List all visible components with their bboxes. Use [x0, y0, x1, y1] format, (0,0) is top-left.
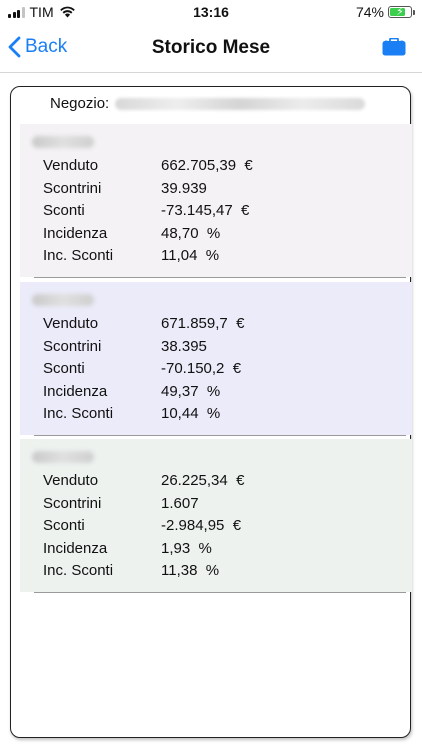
stat-label: Sconti — [43, 360, 85, 377]
stat-label: Inc. Sconti — [43, 247, 114, 264]
stat-label: Inc. Sconti — [43, 405, 114, 422]
stat-row-inc-sconti: Inc. Sconti 11,38 % — [43, 562, 403, 582]
month-label-redacted — [32, 136, 94, 148]
stat-value: 1,93 % — [161, 540, 212, 557]
store-label: Negozio: — [50, 95, 110, 112]
navigation-bar: Back Storico Mese — [0, 26, 422, 70]
stat-value: 38.395 — [161, 338, 207, 355]
stat-label: Sconti — [43, 517, 85, 534]
stat-label: Venduto — [43, 472, 99, 489]
stat-row-incidenza: Incidenza 1,93 % — [43, 540, 403, 560]
status-bar: TIM 13:16 74% ⚡ — [0, 0, 422, 26]
stat-label: Scontrini — [43, 180, 102, 197]
stat-value: 48,70 % — [161, 225, 221, 242]
month-section: Venduto 662.705,39 € Scontrini 39.939 Sc… — [20, 124, 412, 278]
stat-row-incidenza: Incidenza 49,37 % — [43, 383, 403, 403]
stat-row-scontrini: Scontrini 38.395 — [43, 338, 403, 358]
stat-label: Incidenza — [43, 540, 108, 557]
stat-value: 1.607 — [161, 495, 199, 512]
stat-row-scontrini: Scontrini 1.607 — [43, 495, 403, 515]
battery-icon: ⚡ — [388, 6, 415, 18]
briefcase-icon — [382, 37, 406, 56]
briefcase-button[interactable] — [382, 37, 406, 61]
stat-value: 11,04 % — [161, 247, 220, 264]
battery-percent: 74% — [355, 4, 384, 20]
stat-row-venduto: Venduto 671.859,7 € — [43, 315, 403, 335]
stat-label: Venduto — [43, 157, 99, 174]
stat-row-inc-sconti: Inc. Sconti 10,44 % — [43, 405, 403, 425]
nav-divider — [0, 72, 422, 73]
section-divider — [34, 277, 406, 278]
stat-value: -2.984,95 € — [161, 517, 242, 534]
stat-value: 26.225,34 € — [161, 472, 245, 489]
stat-value: 39.939 — [161, 180, 207, 197]
stat-label: Sconti — [43, 202, 85, 219]
stat-row-venduto: Venduto 662.705,39 € — [43, 157, 403, 177]
month-section: Venduto 671.859,7 € Scontrini 38.395 Sco… — [20, 282, 412, 436]
stat-value: 662.705,39 € — [161, 157, 253, 174]
stat-label: Inc. Sconti — [43, 562, 114, 579]
monthly-history-card: Negozio: Venduto 662.705,39 € Scontrini … — [10, 86, 412, 738]
section-divider — [34, 592, 406, 593]
stat-value: -70.150,2 € — [161, 360, 242, 377]
stat-row-inc-sconti: Inc. Sconti 11,04 % — [43, 247, 403, 267]
stat-row-sconti: Sconti -73.145,47 € — [43, 202, 403, 222]
stat-row-incidenza: Incidenza 48,70 % — [43, 225, 403, 245]
charging-bolt-icon: ⚡ — [396, 6, 404, 18]
month-section: Venduto 26.225,34 € Scontrini 1.607 Scon… — [20, 439, 412, 593]
stat-label: Scontrini — [43, 338, 102, 355]
store-name-redacted — [115, 97, 366, 110]
stat-label: Venduto — [43, 315, 99, 332]
section-divider — [34, 435, 406, 436]
stat-row-sconti: Sconti -70.150,2 € — [43, 360, 403, 380]
stat-value: 671.859,7 € — [161, 315, 245, 332]
stat-label: Incidenza — [43, 225, 108, 242]
stat-value: 10,44 % — [161, 405, 221, 422]
store-row: Negozio: — [50, 95, 366, 112]
stat-row-sconti: Sconti -2.984,95 € — [43, 517, 403, 537]
stat-value: -73.145,47 € — [161, 202, 250, 219]
month-label-redacted — [32, 451, 94, 463]
month-label-redacted — [32, 294, 94, 306]
stat-row-venduto: Venduto 26.225,34 € — [43, 472, 403, 492]
status-right: 74% ⚡ — [355, 4, 415, 20]
stat-label: Incidenza — [43, 383, 108, 400]
stat-row-scontrini: Scontrini 39.939 — [43, 180, 403, 200]
page-title: Storico Mese — [151, 37, 271, 58]
stat-value: 49,37 % — [161, 383, 221, 400]
stat-label: Scontrini — [43, 495, 102, 512]
stat-value: 11,38 % — [161, 562, 220, 579]
